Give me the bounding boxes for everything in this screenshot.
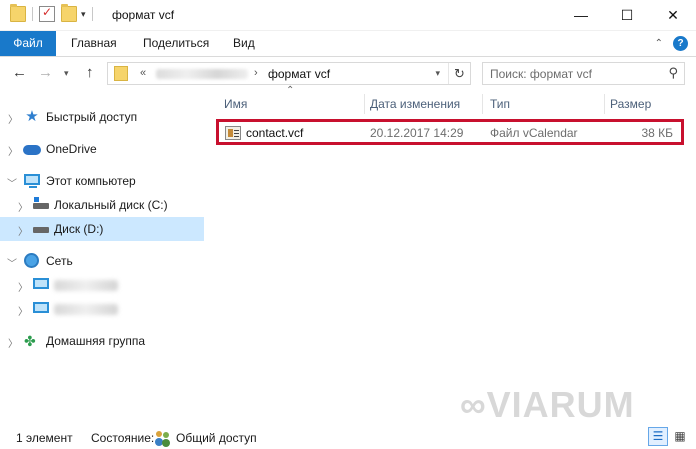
viarum-watermark-logo: ∞ VIARUM bbox=[460, 384, 635, 425]
folder-icon bbox=[10, 4, 26, 22]
breadcrumb-overflow[interactable]: « bbox=[140, 67, 146, 79]
close-button[interactable]: ✕ bbox=[650, 0, 696, 30]
nav-label: Локальный диск (C:) bbox=[54, 198, 168, 212]
divider bbox=[91, 7, 93, 21]
nav-item-quick-access[interactable]: 〉 ★ Быстрый доступ bbox=[0, 105, 204, 129]
file-name: contact.vcf bbox=[246, 126, 304, 140]
drive-icon bbox=[33, 227, 49, 233]
search-icon[interactable]: ⚲ bbox=[668, 65, 678, 81]
navigation-pane: 〉 ★ Быстрый доступ 〉 OneDrive ﹀ Этот ком… bbox=[0, 91, 204, 419]
nav-label: Диск (D:) bbox=[54, 222, 104, 236]
sort-ascending-icon: ⌃ bbox=[286, 85, 295, 96]
recent-locations-icon[interactable]: ▾ bbox=[64, 68, 69, 79]
contact-file-icon bbox=[225, 126, 241, 140]
title-bar: ▾ формат vcf — ☐ ✕ bbox=[0, 0, 696, 31]
expand-chevron-icon[interactable]: 〉 bbox=[18, 223, 28, 238]
nav-item-homegroup[interactable]: 〉 ✤ Домашняя группа bbox=[0, 329, 204, 353]
nav-item-network-computer[interactable]: 〉 bbox=[0, 297, 204, 321]
new-folder-icon[interactable] bbox=[61, 4, 77, 22]
quick-access-toolbar: ▾ bbox=[10, 4, 93, 22]
column-divider[interactable] bbox=[604, 94, 605, 114]
file-list: ⌃ Имя Дата изменения Тип Размер contact.… bbox=[210, 85, 696, 419]
column-divider[interactable] bbox=[482, 94, 483, 114]
collapse-chevron-icon[interactable]: ﹀ bbox=[7, 255, 17, 270]
forward-arrow-icon[interactable]: → bbox=[38, 64, 53, 81]
column-header-size[interactable]: Размер bbox=[610, 97, 651, 111]
file-type: Файл vCalendar bbox=[490, 126, 578, 140]
view-switcher: ☰ ▦ bbox=[648, 427, 690, 446]
expand-chevron-icon[interactable]: 〉 bbox=[8, 335, 18, 350]
cloud-icon bbox=[23, 145, 41, 155]
refresh-icon[interactable]: ↻ bbox=[448, 63, 470, 84]
item-count: 1 элемент bbox=[16, 431, 73, 445]
file-date: 20.12.2017 14:29 bbox=[370, 126, 464, 140]
folder-icon bbox=[114, 66, 128, 81]
search-placeholder: Поиск: формат vcf bbox=[490, 67, 592, 81]
expand-chevron-icon[interactable]: 〉 bbox=[18, 279, 28, 294]
ribbon-tabs: Файл Главная Поделиться Вид ⌃ ? bbox=[0, 31, 696, 57]
nav-item-disk-d[interactable]: 〉 Диск (D:) bbox=[0, 217, 204, 241]
minimize-button[interactable]: — bbox=[558, 0, 604, 30]
tab-home[interactable]: Главная bbox=[58, 31, 130, 56]
computer-icon bbox=[33, 302, 49, 313]
nav-item-network[interactable]: ﹀ Сеть bbox=[0, 249, 204, 273]
expand-chevron-icon[interactable]: 〉 bbox=[8, 143, 18, 158]
shared-users-icon bbox=[155, 430, 171, 444]
customize-toolbar-icon[interactable]: ▾ bbox=[81, 9, 86, 20]
address-bar[interactable]: « › формат vcf ▾ ↻ bbox=[107, 62, 471, 85]
nav-label: Сеть bbox=[46, 254, 73, 268]
window-controls: — ☐ ✕ bbox=[558, 0, 696, 30]
nav-item-this-pc[interactable]: ﹀ Этот компьютер bbox=[0, 169, 204, 193]
column-header-type[interactable]: Тип bbox=[490, 97, 510, 111]
star-icon: ★ bbox=[25, 108, 39, 125]
column-header-date[interactable]: Дата изменения bbox=[370, 97, 460, 111]
address-dropdown-icon[interactable]: ▾ bbox=[435, 68, 440, 79]
divider bbox=[32, 7, 33, 21]
tab-file[interactable]: Файл bbox=[0, 31, 56, 56]
status-bar: 1 элемент Состояние: Общий доступ ☰ ▦ bbox=[0, 425, 696, 449]
computer-icon bbox=[24, 174, 40, 188]
computer-icon bbox=[33, 278, 49, 289]
back-arrow-icon[interactable]: ← bbox=[12, 64, 27, 81]
hidden-computer-name bbox=[54, 280, 118, 291]
collapse-chevron-icon[interactable]: ﹀ bbox=[7, 175, 17, 190]
nav-label: Этот компьютер bbox=[46, 174, 136, 188]
help-icon[interactable]: ? bbox=[673, 36, 688, 51]
state-label: Состояние: bbox=[91, 431, 155, 445]
nav-label: Домашняя группа bbox=[46, 334, 146, 348]
properties-icon[interactable] bbox=[39, 5, 55, 22]
expand-chevron-icon[interactable]: 〉 bbox=[8, 111, 18, 126]
window-title: формат vcf bbox=[112, 8, 175, 22]
nav-item-network-computer[interactable]: 〉 bbox=[0, 273, 204, 297]
column-header-name[interactable]: Имя bbox=[224, 97, 247, 111]
tab-view[interactable]: Вид bbox=[220, 31, 268, 56]
tab-share[interactable]: Поделиться bbox=[130, 31, 222, 56]
maximize-button[interactable]: ☐ bbox=[604, 0, 650, 30]
breadcrumb-hidden-path bbox=[156, 69, 248, 79]
expand-chevron-icon[interactable]: 〉 bbox=[18, 303, 28, 318]
nav-item-onedrive[interactable]: 〉 OneDrive bbox=[0, 137, 204, 161]
nav-label: Быстрый доступ bbox=[46, 110, 138, 124]
nav-label: OneDrive bbox=[46, 142, 97, 156]
breadcrumb-current[interactable]: формат vcf bbox=[268, 67, 330, 81]
table-row[interactable]: contact.vcf 20.12.2017 14:29 Файл vCalen… bbox=[216, 119, 684, 145]
drive-icon bbox=[33, 197, 49, 209]
up-arrow-icon[interactable]: ↑ bbox=[86, 64, 94, 81]
column-divider[interactable] bbox=[364, 94, 365, 114]
expand-ribbon-icon[interactable]: ⌃ bbox=[655, 38, 663, 49]
search-input[interactable]: Поиск: формат vcf ⚲ bbox=[482, 62, 685, 85]
expand-chevron-icon[interactable]: 〉 bbox=[18, 199, 28, 214]
homegroup-icon: ✤ bbox=[24, 333, 36, 349]
large-icons-view-icon[interactable]: ▦ bbox=[670, 427, 690, 446]
address-row: ← → ▾ ↑ « › формат vcf ▾ ↻ Поиск: формат… bbox=[0, 57, 696, 91]
state-value: Общий доступ bbox=[176, 431, 257, 445]
details-view-icon[interactable]: ☰ bbox=[648, 427, 668, 446]
network-icon bbox=[24, 253, 39, 268]
hidden-computer-name bbox=[54, 304, 118, 315]
file-size: 38 КБ bbox=[641, 126, 673, 140]
breadcrumb-chevron-icon[interactable]: › bbox=[254, 67, 258, 79]
nav-item-local-disk-c[interactable]: 〉 Локальный диск (C:) bbox=[0, 193, 204, 217]
